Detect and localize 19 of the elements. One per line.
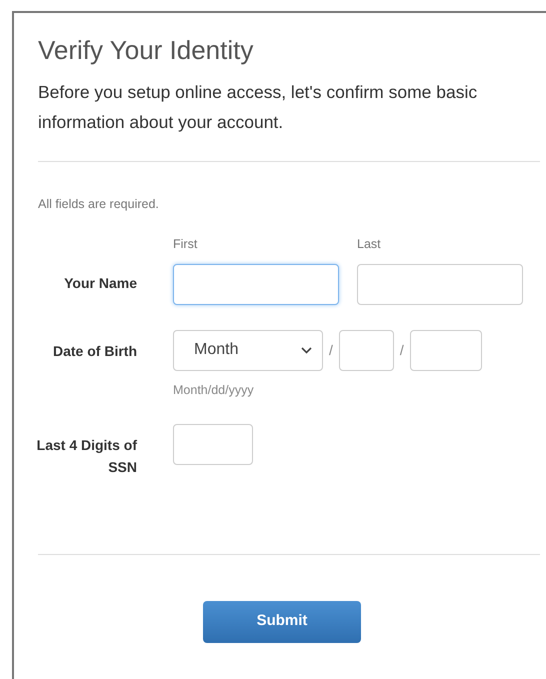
- year-field[interactable]: [410, 330, 482, 371]
- text-field[interactable]: [357, 264, 523, 305]
- date-separator: /: [398, 340, 405, 360]
- ssn-field[interactable]: [173, 424, 253, 464]
- field-caption: Last: [357, 236, 382, 252]
- intro-text: Before you setup online access, let's confirm some basic information about your account.: [38, 81, 478, 134]
- text-field[interactable]: [173, 264, 339, 305]
- field-label: Your Name: [63, 274, 137, 293]
- field-label: Last 4 Digits of SSN: [36, 436, 137, 476]
- date-format-hint: Month/dd/yyyy: [173, 382, 255, 399]
- page-title: Verify Your Identity: [38, 34, 254, 67]
- chevron-down-icon: [301, 346, 312, 354]
- day-field[interactable]: [338, 330, 394, 371]
- date-separator: /: [328, 340, 334, 360]
- submit-button[interactable]: Submit: [203, 600, 361, 642]
- required-note: All fields are required.: [38, 196, 160, 213]
- field-caption: First: [173, 236, 198, 252]
- month-dropdown[interactable]: Month: [173, 330, 323, 371]
- field-label: Date of Birth: [52, 342, 137, 361]
